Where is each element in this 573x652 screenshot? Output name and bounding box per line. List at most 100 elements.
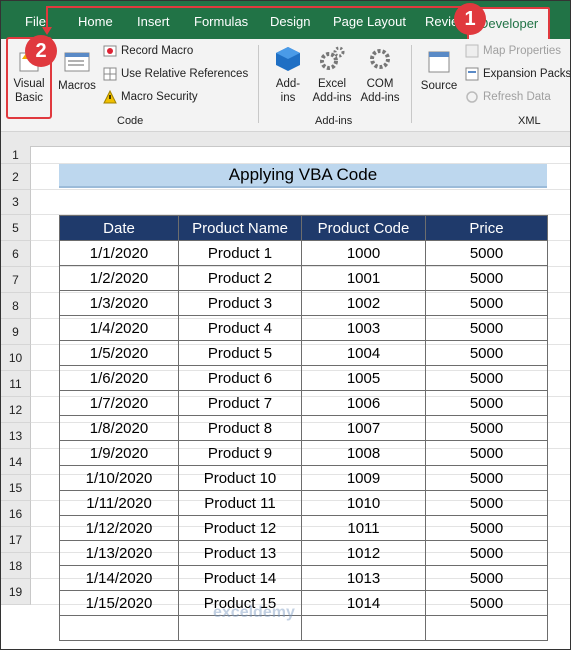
cell-date[interactable]: 1/12/2020	[59, 515, 179, 541]
row-header[interactable]: 19	[1, 579, 31, 605]
cell-price[interactable]: 5000	[425, 590, 548, 616]
cell-date[interactable]: 1/7/2020	[59, 390, 179, 416]
cell-date[interactable]: 1/1/2020	[59, 240, 179, 266]
cell-product-name[interactable]: Product 10	[178, 465, 302, 491]
cell-price[interactable]: 5000	[425, 365, 548, 391]
cell-date[interactable]: 1/13/2020	[59, 540, 179, 566]
cell-product-code[interactable]: 1007	[301, 415, 426, 441]
cell-product-code[interactable]: 1002	[301, 290, 426, 316]
row-header[interactable]: 6	[1, 241, 31, 267]
addins-button[interactable]: Add- ins	[269, 45, 307, 105]
row-header[interactable]: 8	[1, 293, 31, 319]
cell-date[interactable]: 1/4/2020	[59, 315, 179, 341]
row-header[interactable]: 13	[1, 423, 31, 449]
cell-product-code[interactable]: 1006	[301, 390, 426, 416]
relative-references-button[interactable]: Use Relative References	[103, 67, 248, 81]
cell-product-name[interactable]: Product 5	[178, 340, 302, 366]
cell-price[interactable]: 5000	[425, 465, 548, 491]
cell-date[interactable]: 1/6/2020	[59, 365, 179, 391]
expansion-packs-button[interactable]: Expansion Packs	[465, 67, 570, 81]
cell-price[interactable]: 5000	[425, 340, 548, 366]
cell-product-name[interactable]: Product 6	[178, 365, 302, 391]
cell-product-name[interactable]: Product 15	[178, 590, 302, 616]
row-header[interactable]: 9	[1, 319, 31, 345]
cell-product-code[interactable]: 1013	[301, 565, 426, 591]
cell-product-name[interactable]: Product 7	[178, 390, 302, 416]
cell-product-code[interactable]: 1000	[301, 240, 426, 266]
table-row: 1/14/2020 Product 14 1013 5000	[59, 565, 548, 591]
cell-product-code[interactable]: 1005	[301, 365, 426, 391]
cell-price[interactable]: 5000	[425, 515, 548, 541]
cell-product-code[interactable]: 1003	[301, 315, 426, 341]
header-product-code[interactable]: Product Code	[301, 215, 426, 241]
cell-date[interactable]: 1/2/2020	[59, 265, 179, 291]
cell-product-name[interactable]: Product 1	[178, 240, 302, 266]
row-header[interactable]: 2	[1, 164, 31, 190]
macro-security-button[interactable]: Macro Security	[103, 89, 198, 104]
cell-date[interactable]: 1/15/2020	[59, 590, 179, 616]
row-header[interactable]: 18	[1, 553, 31, 579]
cell-date[interactable]: 1/5/2020	[59, 340, 179, 366]
excel-addins-button[interactable]: Excel Add-ins	[309, 45, 355, 105]
row-header[interactable]: 15	[1, 475, 31, 501]
cell-date[interactable]: 1/14/2020	[59, 565, 179, 591]
row-header[interactable]: 16	[1, 501, 31, 527]
cell-date[interactable]: 1/10/2020	[59, 465, 179, 491]
cell-date[interactable]: 1/11/2020	[59, 490, 179, 516]
cell-product-name[interactable]: Product 8	[178, 415, 302, 441]
header-date[interactable]: Date	[59, 215, 179, 241]
cell-product-code[interactable]: 1014	[301, 590, 426, 616]
table-row: 1/5/2020 Product 5 1004 5000	[59, 340, 548, 366]
macros-button[interactable]: Macros	[55, 49, 99, 93]
cell-product-code[interactable]: 1004	[301, 340, 426, 366]
row-header[interactable]: 11	[1, 371, 31, 397]
row-header[interactable]: 5	[1, 215, 31, 241]
cell-product-code[interactable]: 1012	[301, 540, 426, 566]
refresh-data-button[interactable]: Refresh Data	[465, 90, 551, 104]
cell-price[interactable]: 5000	[425, 415, 548, 441]
cell-product-code[interactable]: 1011	[301, 515, 426, 541]
cell-empty[interactable]	[178, 615, 302, 641]
cell-price[interactable]: 5000	[425, 315, 548, 341]
map-properties-button[interactable]: Map Properties	[465, 44, 561, 58]
row-header[interactable]: 10	[1, 345, 31, 371]
com-addins-button[interactable]: COM Add-ins	[357, 45, 403, 105]
cell-product-name[interactable]: Product 3	[178, 290, 302, 316]
row-header[interactable]: 17	[1, 527, 31, 553]
cell-date[interactable]: 1/9/2020	[59, 440, 179, 466]
row-header[interactable]: 7	[1, 267, 31, 293]
cell-price[interactable]: 5000	[425, 440, 548, 466]
cell-product-code[interactable]: 1009	[301, 465, 426, 491]
table-row: 1/4/2020 Product 4 1003 5000	[59, 315, 548, 341]
header-product-name[interactable]: Product Name	[178, 215, 302, 241]
cell-price[interactable]: 5000	[425, 240, 548, 266]
cell-product-name[interactable]: Product 14	[178, 565, 302, 591]
cell-product-code[interactable]: 1001	[301, 265, 426, 291]
cell-date[interactable]: 1/3/2020	[59, 290, 179, 316]
cell-price[interactable]: 5000	[425, 540, 548, 566]
row-header[interactable]: 1	[1, 146, 31, 164]
source-button[interactable]: Source	[417, 49, 461, 93]
cell-empty[interactable]	[59, 615, 179, 641]
cell-price[interactable]: 5000	[425, 565, 548, 591]
cell-product-name[interactable]: Product 11	[178, 490, 302, 516]
cell-product-name[interactable]: Product 4	[178, 315, 302, 341]
cell-product-name[interactable]: Product 13	[178, 540, 302, 566]
record-macro-button[interactable]: Record Macro	[103, 44, 193, 58]
cell-product-code[interactable]: 1010	[301, 490, 426, 516]
cell-product-code[interactable]: 1008	[301, 440, 426, 466]
cell-empty[interactable]	[301, 615, 426, 641]
row-header[interactable]: 12	[1, 397, 31, 423]
cell-price[interactable]: 5000	[425, 265, 548, 291]
cell-price[interactable]: 5000	[425, 290, 548, 316]
header-price[interactable]: Price	[425, 215, 548, 241]
cell-product-name[interactable]: Product 9	[178, 440, 302, 466]
cell-price[interactable]: 5000	[425, 490, 548, 516]
cell-price[interactable]: 5000	[425, 390, 548, 416]
cell-product-name[interactable]: Product 2	[178, 265, 302, 291]
cell-product-name[interactable]: Product 12	[178, 515, 302, 541]
cell-empty[interactable]	[425, 615, 548, 641]
row-header[interactable]: 14	[1, 449, 31, 475]
cell-date[interactable]: 1/8/2020	[59, 415, 179, 441]
row-header[interactable]: 3	[1, 190, 31, 215]
